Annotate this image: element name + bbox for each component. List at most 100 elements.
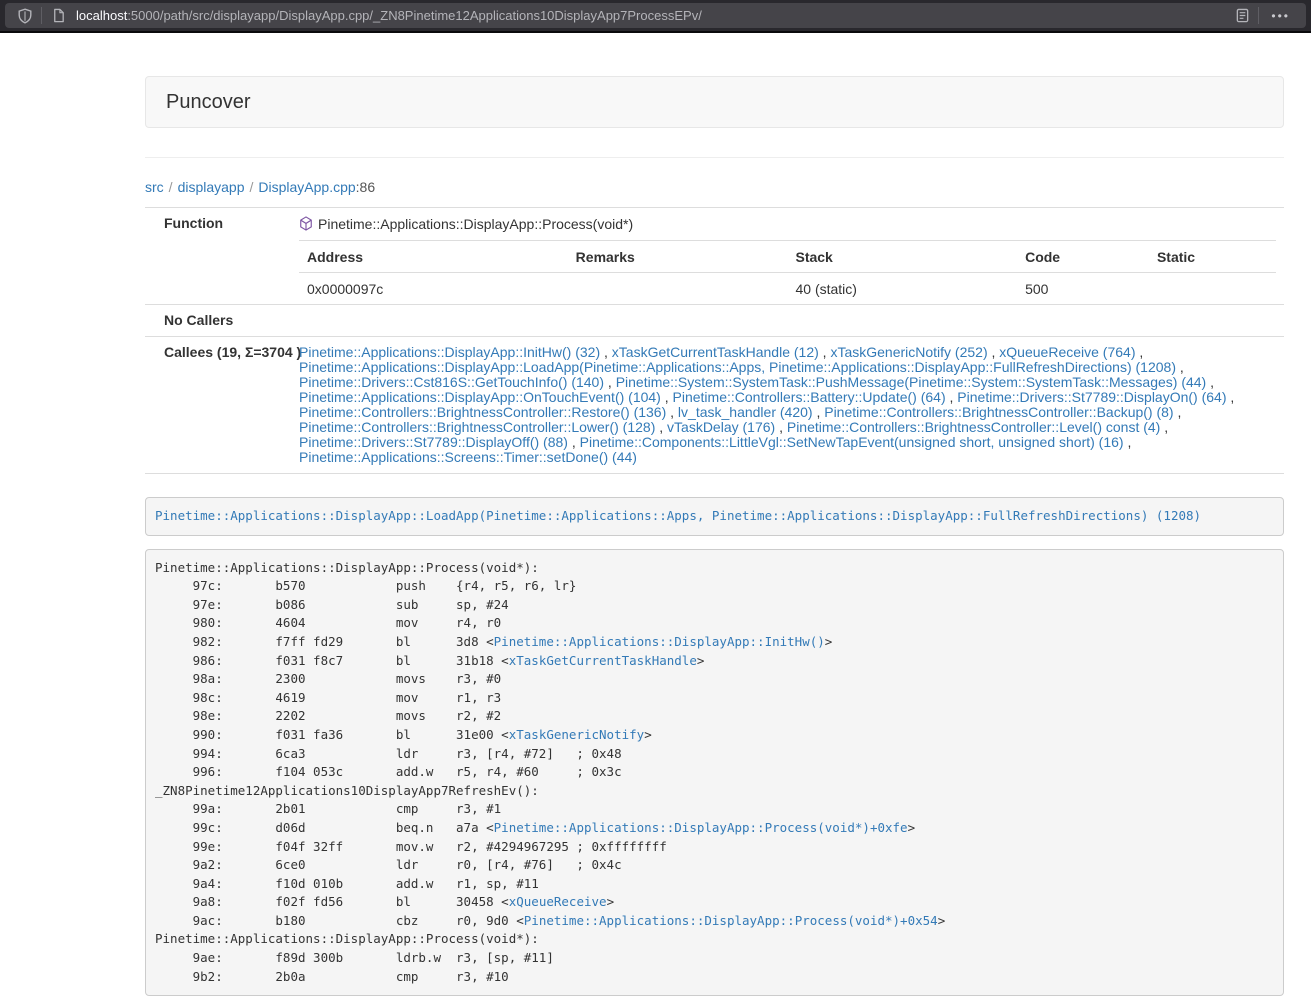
address-value: 0x0000097c — [299, 273, 568, 305]
breadcrumb-link-displayapp[interactable]: displayapp — [178, 179, 245, 195]
stats-data-row: 0x0000097c 40 (static) 500 — [299, 273, 1276, 305]
callee-link[interactable]: vTaskDelay (176) — [667, 419, 775, 435]
stats-table: Address Remarks Stack Code Static 0x0000… — [299, 240, 1276, 304]
largest-callee-link[interactable]: Pinetime::Applications::DisplayApp::Load… — [155, 508, 1201, 523]
callee-separator: , — [1135, 344, 1143, 360]
callee-separator: , — [661, 389, 673, 405]
callee-link[interactable]: Pinetime::System::SystemTask::PushMessag… — [616, 374, 1207, 390]
code-line: 97e: b086 sub sp, #24 — [155, 596, 1274, 615]
code-line: 996: f104 053c add.w r5, r4, #60 ; 0x3c — [155, 763, 1274, 782]
code-line: 98e: 2202 movs r2, #2 — [155, 707, 1274, 726]
col-code: Code — [1017, 241, 1149, 273]
code-line: 9a8: f02f fd56 bl 30458 <xQueueReceive> — [155, 893, 1274, 912]
reader-view-icon[interactable] — [1230, 4, 1254, 28]
code-line: 9a2: 6ce0 ldr r0, [r4, #76] ; 0x4c — [155, 856, 1274, 875]
stats-cell: Address Remarks Stack Code Static 0x0000… — [291, 240, 1284, 305]
col-stack: Stack — [787, 241, 1017, 273]
callee-separator: , — [1206, 374, 1214, 390]
table-row-no-callers: No Callers — [145, 305, 1284, 337]
code-line: 980: 4604 mov r4, r0 — [155, 614, 1274, 633]
callees-label: Callees (19, Σ=3704 ) — [145, 337, 291, 474]
breadcrumb-line-number: :86 — [356, 179, 375, 195]
stats-header-row: Address Remarks Stack Code Static — [299, 241, 1276, 273]
code-symbol-link[interactable]: Pinetime::Applications::DisplayApp::Init… — [494, 634, 825, 649]
package-cube-icon — [299, 216, 313, 231]
code-line: 9b2: 2b0a cmp r3, #10 — [155, 968, 1274, 987]
page-icon[interactable] — [46, 4, 70, 28]
col-static: Static — [1149, 241, 1276, 273]
no-callers-cell — [291, 305, 1284, 337]
col-address: Address — [299, 241, 568, 273]
callee-separator: , — [1227, 389, 1235, 405]
code-symbol-link[interactable]: Pinetime::Applications::DisplayApp::Proc… — [524, 913, 938, 928]
callee-link[interactable]: Pinetime::Applications::DisplayApp::Load… — [299, 359, 1176, 375]
code-line: 9ae: f89d 300b ldrb.w r3, [sp, #11] — [155, 949, 1274, 968]
code-line: 986: f031 f8c7 bl 31b18 <xTaskGetCurrent… — [155, 652, 1274, 671]
table-row-callees: Callees (19, Σ=3704 ) Pinetime::Applicat… — [145, 337, 1284, 474]
table-row-function: Function Pinetime::Applications::Display… — [145, 208, 1284, 241]
callee-separator: , — [568, 434, 580, 450]
divider — [145, 157, 1284, 158]
callee-link[interactable]: Pinetime::Controllers::BrightnessControl… — [299, 404, 666, 420]
callee-separator: , — [655, 419, 667, 435]
disassembly: Pinetime::Applications::DisplayApp::Proc… — [145, 549, 1284, 997]
breadcrumb-link-file[interactable]: DisplayApp.cpp — [258, 179, 355, 195]
callee-link[interactable]: Pinetime::Drivers::St7789::DisplayOff() … — [299, 434, 568, 450]
callee-link[interactable]: xQueueReceive (764) — [999, 344, 1135, 360]
callee-separator: , — [600, 344, 612, 360]
callee-separator: , — [813, 404, 825, 420]
remarks-value — [568, 273, 788, 305]
code-symbol-link[interactable]: xTaskGenericNotify — [509, 727, 644, 742]
code-line: Pinetime::Applications::DisplayApp::Proc… — [155, 559, 1274, 578]
col-remarks: Remarks — [568, 241, 788, 273]
callee-link[interactable]: xTaskGenericNotify (252) — [830, 344, 987, 360]
callee-link[interactable]: Pinetime::Components::LittleVgl::SetNewT… — [580, 434, 1124, 450]
browser-toolbar: localhost:5000/path/src/displayapp/Displ… — [0, 0, 1311, 33]
callee-link[interactable]: Pinetime::Controllers::Battery::Update()… — [673, 389, 946, 405]
function-table: Function Pinetime::Applications::Display… — [145, 207, 1284, 474]
callee-link[interactable]: Pinetime::Drivers::Cst816S::GetTouchInfo… — [299, 374, 604, 390]
callee-link[interactable]: Pinetime::Drivers::St7789::DisplayOn() (… — [957, 389, 1226, 405]
callee-separator: , — [775, 419, 787, 435]
url-bar[interactable]: localhost:5000/path/src/displayapp/Displ… — [5, 3, 1306, 28]
shield-icon[interactable] — [13, 4, 37, 28]
largest-callee-panel: Pinetime::Applications::DisplayApp::Load… — [145, 497, 1284, 536]
code-line: _ZN8Pinetime12Applications10DisplayApp7R… — [155, 782, 1274, 801]
url-path: :5000/path/src/displayapp/DisplayApp.cpp… — [127, 8, 702, 23]
callee-link[interactable]: Pinetime::Controllers::BrightnessControl… — [299, 419, 655, 435]
callee-separator: , — [946, 389, 958, 405]
callee-link[interactable]: Pinetime::Applications::Screens::Timer::… — [299, 449, 637, 465]
callee-link[interactable]: Pinetime::Applications::DisplayApp::OnTo… — [299, 389, 661, 405]
code-line: 99c: d06d beq.n a7a <Pinetime::Applicati… — [155, 819, 1274, 838]
code-line: 99a: 2b01 cmp r3, #1 — [155, 800, 1274, 819]
callee-link[interactable]: xTaskGetCurrentTaskHandle (12) — [612, 344, 819, 360]
code-symbol-link[interactable]: xTaskGetCurrentTaskHandle — [509, 653, 697, 668]
code-symbol-link[interactable]: Pinetime::Applications::DisplayApp::Proc… — [494, 820, 908, 835]
callees-list: Pinetime::Applications::DisplayApp::Init… — [291, 337, 1284, 474]
code-line: Pinetime::Applications::DisplayApp::Proc… — [155, 930, 1274, 949]
url-text[interactable]: localhost:5000/path/src/displayapp/Displ… — [76, 8, 1230, 23]
url-host: localhost — [76, 8, 127, 23]
code-symbol-link[interactable]: xQueueReceive — [509, 894, 607, 909]
callee-link[interactable]: Pinetime::Controllers::BrightnessControl… — [824, 404, 1173, 420]
callee-link[interactable]: lv_task_handler (420) — [678, 404, 813, 420]
callee-link[interactable]: Pinetime::Controllers::BrightnessControl… — [787, 419, 1160, 435]
callee-link[interactable]: Pinetime::Applications::DisplayApp::Init… — [299, 344, 600, 360]
callee-separator: , — [604, 374, 616, 390]
code-line: 97c: b570 push {r4, r5, r6, lr} — [155, 577, 1274, 596]
code-line: 990: f031 fa36 bl 31e00 <xTaskGenericNot… — [155, 726, 1274, 745]
breadcrumb-link-src[interactable]: src — [145, 179, 164, 195]
code-line: 99e: f04f 32ff mov.w r2, #4294967295 ; 0… — [155, 838, 1274, 857]
title-panel: Puncover — [145, 76, 1284, 128]
breadcrumb: src/displayapp/DisplayApp.cpp:86 — [145, 177, 1284, 197]
code-line: 994: 6ca3 ldr r3, [r4, #72] ; 0x48 — [155, 745, 1274, 764]
no-callers-label: No Callers — [145, 305, 291, 337]
callee-separator: , — [1174, 404, 1182, 420]
callee-separator: , — [666, 404, 678, 420]
table-row-stats: Address Remarks Stack Code Static 0x0000… — [145, 240, 1284, 305]
callee-separator: , — [988, 344, 1000, 360]
code-line: 98a: 2300 movs r3, #0 — [155, 670, 1274, 689]
empty-label — [145, 240, 291, 305]
more-menu-icon[interactable]: ••• — [1263, 9, 1298, 23]
page-container: Puncover src/displayapp/DisplayApp.cpp:8… — [145, 76, 1284, 996]
